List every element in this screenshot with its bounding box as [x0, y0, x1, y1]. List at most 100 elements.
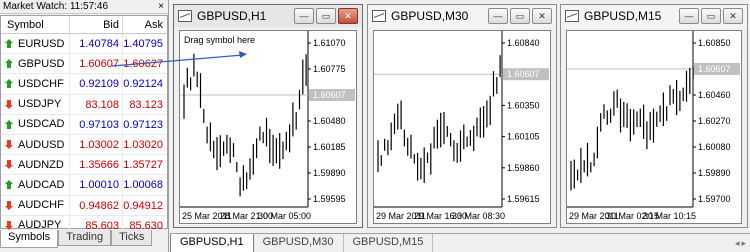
scroll-right-icon[interactable]: ▸	[741, 238, 746, 249]
chart-window-m15[interactable]: GBPUSD,M15 — ▭ ✕ 1.60850 1.60607 1.60460 1.…	[560, 4, 748, 228]
price-chart[interactable]: 1.60840 1.60607 1.60350 1.60105 1.59860 1.596…	[373, 30, 551, 224]
candlestick-chart[interactable]: 1.60840 1.60607 1.60350 1.60105 1.59860 1.596…	[374, 31, 550, 223]
drag-hint-label: Drag symbol here	[184, 35, 255, 45]
chart-icon	[178, 10, 192, 22]
market-watch-panel: Market Watch: 11:57:46 × Symbol Bid Ask …	[0, 0, 169, 252]
ask-cell: 1.00068	[123, 179, 163, 192]
symbol-name: USDCHF	[18, 77, 64, 90]
window-title-bar[interactable]: GBPUSD,M30 — ▭ ✕	[368, 5, 556, 27]
bid-cell: 1.00010	[70, 175, 123, 195]
arrow-up-icon	[5, 79, 13, 89]
tab-symbols[interactable]: Symbols	[0, 230, 59, 248]
price-label: 1.60480	[313, 116, 346, 126]
minimize-button[interactable]: —	[488, 8, 508, 24]
chart-window-m30[interactable]: GBPUSD,M30 — ▭ ✕ 1.60840 1.60607 1.60350 1.…	[367, 4, 557, 228]
symbol-list: EURUSD 1.40784 1.40795 GBPUSD 1.60607 1.60627…	[1, 34, 167, 236]
price-chart[interactable]: 1.60850 1.60607 1.60460 1.60270 1.60080 1.598…	[566, 30, 742, 224]
arrow-up-icon	[5, 180, 13, 190]
price-label: 1.60775	[313, 64, 346, 74]
window-title: GBPUSD,M15	[584, 9, 662, 23]
arrow-down-icon	[5, 140, 13, 150]
symbol-name: EURUSD	[18, 37, 65, 50]
chart-icon	[565, 10, 579, 22]
market-watch-title-bar[interactable]: Market Watch: 11:57:46 ×	[0, 0, 168, 14]
arrow-down-icon	[5, 99, 13, 109]
close-button[interactable]: ✕	[338, 8, 358, 24]
arrow-down-icon	[5, 220, 13, 230]
price-label: 1.59890	[698, 168, 731, 178]
tab-gbpusd-h1[interactable]: GBPUSD,H1	[170, 234, 254, 252]
arrow-up-icon	[5, 39, 13, 49]
price-label: 1.60080	[698, 142, 731, 152]
minimize-button[interactable]: —	[679, 8, 699, 24]
market-watch-tabs: Symbols Trading Ticks	[0, 230, 168, 248]
table-row[interactable]: AUDNZD 1.35666 1.35727	[1, 155, 167, 176]
table-row[interactable]: AUDCHF 0.94862 0.94912	[1, 195, 167, 216]
price-chart[interactable]: 1.61070 1.60775 1.60607 1.60480 1.60185 1.598…	[179, 30, 357, 224]
chart-window-h1[interactable]: GBPUSD,H1 — ▭ ✕ 1.61070 1.60775 1.60607 1.6…	[173, 4, 363, 228]
bid-cell: 1.40784	[70, 34, 123, 54]
tab-scroll-controls: ◂ ▸	[735, 234, 750, 252]
symbol-cell: AUDNZD	[1, 155, 70, 175]
maximize-button[interactable]: ▭	[701, 8, 721, 24]
table-row[interactable]: EURUSD 1.40784 1.40795	[1, 34, 167, 55]
close-button[interactable]: ✕	[532, 8, 552, 24]
minimize-button[interactable]: —	[294, 8, 314, 24]
table-row[interactable]: AUDCAD 1.00010 1.00068	[1, 175, 167, 196]
table-row[interactable]: USDJPY 83.108 83.123	[1, 94, 167, 115]
price-label: 1.60850	[698, 38, 731, 48]
symbol-cell: USDCHF	[1, 74, 70, 94]
table-header: Symbol Bid Ask	[1, 16, 167, 34]
ask-cell: 1.03020	[123, 138, 163, 151]
window-title-bar[interactable]: GBPUSD,M15 — ▭ ✕	[561, 5, 747, 27]
maximize-button[interactable]: ▭	[316, 8, 336, 24]
price-label: 1.60270	[698, 116, 731, 126]
candlestick-chart[interactable]: 1.60850 1.60607 1.60460 1.60270 1.60080 1.598…	[567, 31, 741, 223]
table-row[interactable]: USDCAD 0.97103 0.97123	[1, 114, 167, 135]
chart-tab-bar: GBPUSD,H1 GBPUSD,M30 GBPUSD,M15 ◂ ▸	[170, 233, 750, 252]
tab-gbpusd-m15[interactable]: GBPUSD,M15	[344, 234, 434, 252]
symbol-name: AUDCHF	[18, 199, 64, 212]
bid-cell: 0.94862	[70, 195, 123, 215]
candlestick-chart[interactable]: 1.61070 1.60775 1.60607 1.60480 1.60185 1.598…	[180, 31, 356, 223]
price-label: 1.59595	[313, 194, 346, 204]
symbol-cell: AUDCHF	[1, 195, 70, 215]
price-label: 1.59700	[698, 194, 731, 204]
symbol-name: USDCAD	[18, 118, 65, 131]
maximize-button[interactable]: ▭	[510, 8, 530, 24]
arrow-up-icon	[5, 119, 13, 129]
window-title: GBPUSD,M30	[391, 9, 469, 23]
close-button[interactable]: ✕	[723, 8, 743, 24]
ask-cell: 83.123	[129, 98, 163, 111]
window-title-bar[interactable]: GBPUSD,H1 — ▭ ✕	[174, 5, 362, 27]
arrow-up-icon	[5, 59, 13, 69]
column-header-ask[interactable]: Ask	[123, 16, 167, 33]
column-header-symbol[interactable]: Symbol	[1, 16, 70, 33]
table-row[interactable]: USDCHF 0.92109 0.92124	[1, 74, 167, 95]
column-header-bid[interactable]: Bid	[70, 16, 123, 33]
tab-ticks[interactable]: Ticks	[111, 230, 153, 246]
price-label: 1.59860	[507, 163, 540, 173]
chart-icon	[372, 10, 386, 22]
table-row[interactable]: AUDUSD 1.03002 1.03020	[1, 134, 167, 156]
time-label: 30 Mar 08:30	[452, 211, 505, 221]
bid-cell: 1.60607	[70, 54, 123, 74]
ask-cell: 0.94912	[123, 199, 163, 212]
ask-cell: 0.97123	[123, 118, 163, 131]
symbol-cell: GBPUSD	[1, 54, 70, 74]
close-icon[interactable]: ×	[158, 0, 164, 13]
table-row[interactable]: GBPUSD 1.60607 1.60627	[1, 54, 167, 75]
ask-cell: 1.60627	[123, 58, 163, 71]
symbol-name: GBPUSD	[18, 57, 65, 70]
symbol-cell: USDJPY	[1, 94, 70, 114]
price-label: 1.60350	[507, 100, 540, 110]
tab-trading[interactable]: Trading	[58, 230, 112, 246]
bid-cell: 83.108	[70, 94, 123, 114]
tab-gbpusd-m30[interactable]: GBPUSD,M30	[254, 234, 344, 252]
price-label: 1.60607	[698, 64, 731, 74]
price-label: 1.60460	[698, 90, 731, 100]
symbol-cell: AUDUSD	[1, 134, 70, 155]
bid-cell: 1.03002	[70, 134, 123, 155]
price-label: 1.60840	[507, 38, 540, 48]
scroll-left-icon[interactable]: ◂	[735, 238, 740, 249]
